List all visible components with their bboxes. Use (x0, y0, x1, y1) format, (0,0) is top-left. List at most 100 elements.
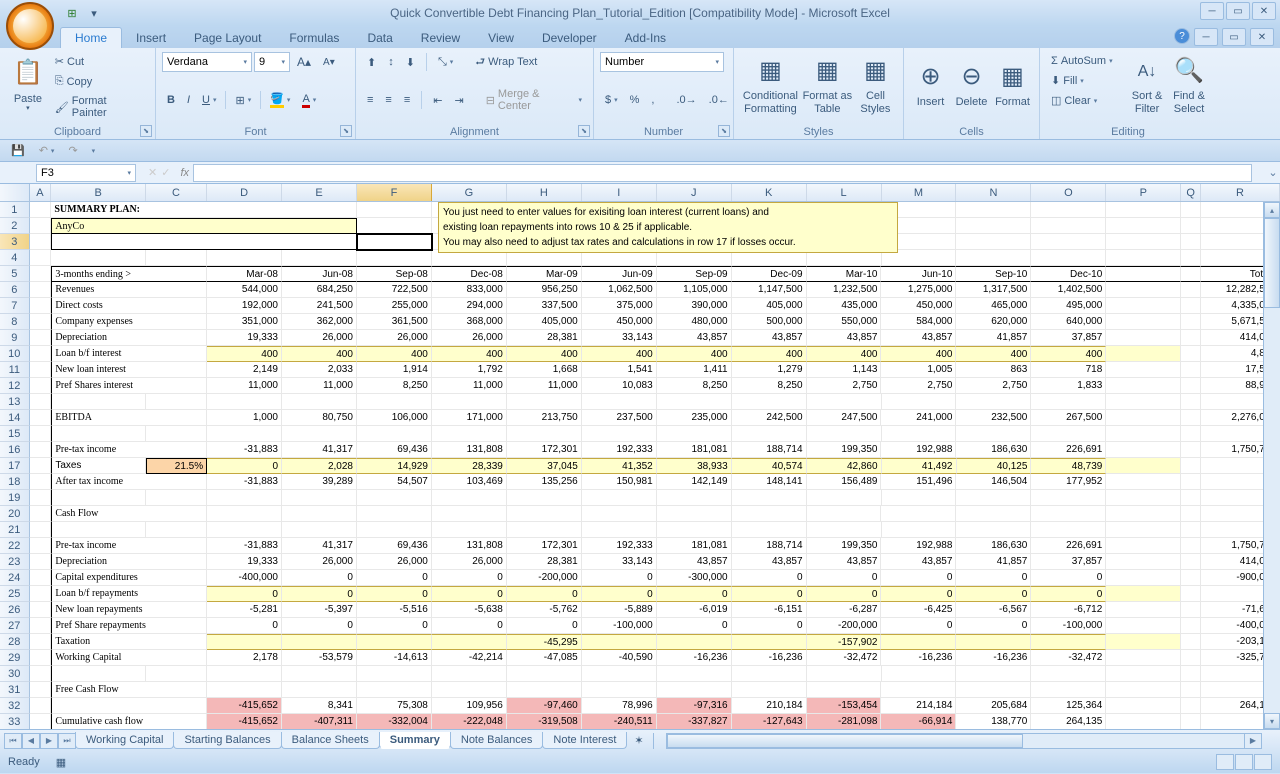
cell-N7[interactable]: 465,000 (956, 298, 1031, 314)
cell-J26[interactable]: -6,019 (657, 602, 732, 618)
cell-L28[interactable]: -157,902 (807, 634, 882, 650)
cell-F32[interactable]: 75,308 (357, 698, 432, 714)
cell-C21[interactable] (146, 522, 207, 538)
cell-I19[interactable] (582, 490, 657, 506)
cell-A29[interactable] (30, 650, 52, 666)
cell-G18[interactable]: 103,469 (432, 474, 507, 490)
cell-G31[interactable] (432, 682, 507, 698)
cell-E9[interactable]: 26,000 (282, 330, 357, 346)
font-size-select[interactable]: 9▾ (254, 52, 290, 72)
cell-P17[interactable] (1106, 458, 1181, 474)
cell-Q26[interactable] (1181, 602, 1201, 618)
cell-N25[interactable]: 0 (956, 586, 1031, 602)
doc-close[interactable]: ✕ (1250, 28, 1274, 46)
cell-G27[interactable]: 0 (432, 618, 507, 634)
row-header-21[interactable]: 21 (0, 522, 30, 538)
cell-M20[interactable] (881, 506, 956, 522)
cell-L17[interactable]: 42,860 (807, 458, 882, 474)
cell-F19[interactable] (357, 490, 432, 506)
cell-G17[interactable]: 28,339 (432, 458, 507, 474)
cell-B23[interactable]: Depreciation (51, 554, 207, 570)
cell-O9[interactable]: 37,857 (1031, 330, 1106, 346)
row-header-25[interactable]: 25 (0, 586, 30, 602)
cell-O12[interactable]: 1,833 (1031, 378, 1106, 394)
cell-E11[interactable]: 2,033 (282, 362, 357, 378)
cell-H15[interactable] (507, 426, 582, 442)
qat-dropdown[interactable]: ▾ (84, 3, 104, 23)
cell-L8[interactable]: 550,000 (807, 314, 882, 330)
cell-J27[interactable]: 0 (657, 618, 732, 634)
cell-N23[interactable]: 41,857 (956, 554, 1031, 570)
clear-button[interactable]: ◫Clear▾ (1046, 91, 1126, 110)
cell-B16[interactable]: Pre-tax income (51, 442, 207, 458)
qat-excel-icon[interactable]: ⊞ (62, 3, 82, 23)
cell-I25[interactable]: 0 (582, 586, 657, 602)
cell-B8[interactable]: Company expenses (51, 314, 207, 330)
cell-H27[interactable]: 0 (507, 618, 582, 634)
align-bottom[interactable]: ⬇ (401, 53, 420, 72)
cell-styles-button[interactable]: ▦Cell Styles (854, 50, 897, 120)
cell-L33[interactable]: -281,098 (807, 714, 882, 729)
cell-O4[interactable] (1031, 250, 1106, 266)
cell-A23[interactable] (30, 554, 52, 570)
cell-N14[interactable]: 232,500 (956, 410, 1031, 426)
cell-P27[interactable] (1106, 618, 1181, 634)
row-header-18[interactable]: 18 (0, 474, 30, 490)
row-header-20[interactable]: 20 (0, 506, 30, 522)
cell-P11[interactable] (1106, 362, 1181, 378)
cell-J18[interactable]: 142,149 (657, 474, 732, 490)
col-header-F[interactable]: F (357, 184, 432, 201)
cell-N30[interactable] (956, 666, 1031, 682)
cell-H32[interactable]: -97,460 (507, 698, 582, 714)
cell-D18[interactable]: -31,883 (207, 474, 282, 490)
cell-J10[interactable]: 400 (657, 346, 732, 362)
cell-P15[interactable] (1106, 426, 1181, 442)
cell-D10[interactable]: 400 (207, 346, 282, 362)
row-header-31[interactable]: 31 (0, 682, 30, 698)
cell-M10[interactable]: 400 (881, 346, 956, 362)
cell-P4[interactable] (1106, 250, 1181, 266)
page-layout-view[interactable] (1235, 754, 1253, 770)
cell-J11[interactable]: 1,411 (657, 362, 732, 378)
cell-H19[interactable] (507, 490, 582, 506)
cell-L25[interactable]: 0 (807, 586, 882, 602)
cell-D33[interactable]: -415,652 (207, 714, 282, 729)
cell-L27[interactable]: -200,000 (807, 618, 882, 634)
italic-button[interactable]: I (182, 91, 195, 109)
cell-P9[interactable] (1106, 330, 1181, 346)
cell-L9[interactable]: 43,857 (807, 330, 882, 346)
cell-A27[interactable] (30, 618, 52, 634)
cell-C13[interactable] (146, 394, 207, 410)
cell-O14[interactable]: 267,500 (1031, 410, 1106, 426)
cell-A2[interactable] (30, 218, 52, 234)
cell-B5[interactable]: 3-months ending > (51, 266, 207, 282)
align-middle[interactable]: ↕ (383, 53, 399, 71)
cell-J21[interactable] (657, 522, 732, 538)
cell-I17[interactable]: 41,352 (582, 458, 657, 474)
cell-Q16[interactable] (1181, 442, 1201, 458)
font-color-button[interactable]: A▾ (297, 90, 321, 111)
cell-K33[interactable]: -127,643 (732, 714, 807, 729)
cell-Q27[interactable] (1181, 618, 1201, 634)
cell-D15[interactable] (207, 426, 282, 442)
cell-M8[interactable]: 584,000 (881, 314, 956, 330)
tab-insert[interactable]: Insert (122, 28, 180, 48)
row-header-10[interactable]: 10 (0, 346, 30, 362)
cell-K22[interactable]: 188,714 (732, 538, 807, 554)
cell-B33[interactable]: Cumulative cash flow (51, 714, 207, 729)
cell-I30[interactable] (582, 666, 657, 682)
row-header-6[interactable]: 6 (0, 282, 30, 298)
cell-J15[interactable] (657, 426, 732, 442)
cell-I11[interactable]: 1,541 (582, 362, 657, 378)
cell-N13[interactable] (956, 394, 1031, 410)
row-header-29[interactable]: 29 (0, 650, 30, 666)
cell-E12[interactable]: 11,000 (282, 378, 357, 394)
cell-E14[interactable]: 80,750 (282, 410, 357, 426)
cell-A16[interactable] (30, 442, 52, 458)
cell-A14[interactable] (30, 410, 52, 426)
cell-H23[interactable]: 28,381 (507, 554, 582, 570)
align-right[interactable]: ≡ (399, 91, 415, 109)
cell-H6[interactable]: 956,250 (507, 282, 582, 298)
cell-Q22[interactable] (1181, 538, 1201, 554)
cell-E24[interactable]: 0 (282, 570, 357, 586)
